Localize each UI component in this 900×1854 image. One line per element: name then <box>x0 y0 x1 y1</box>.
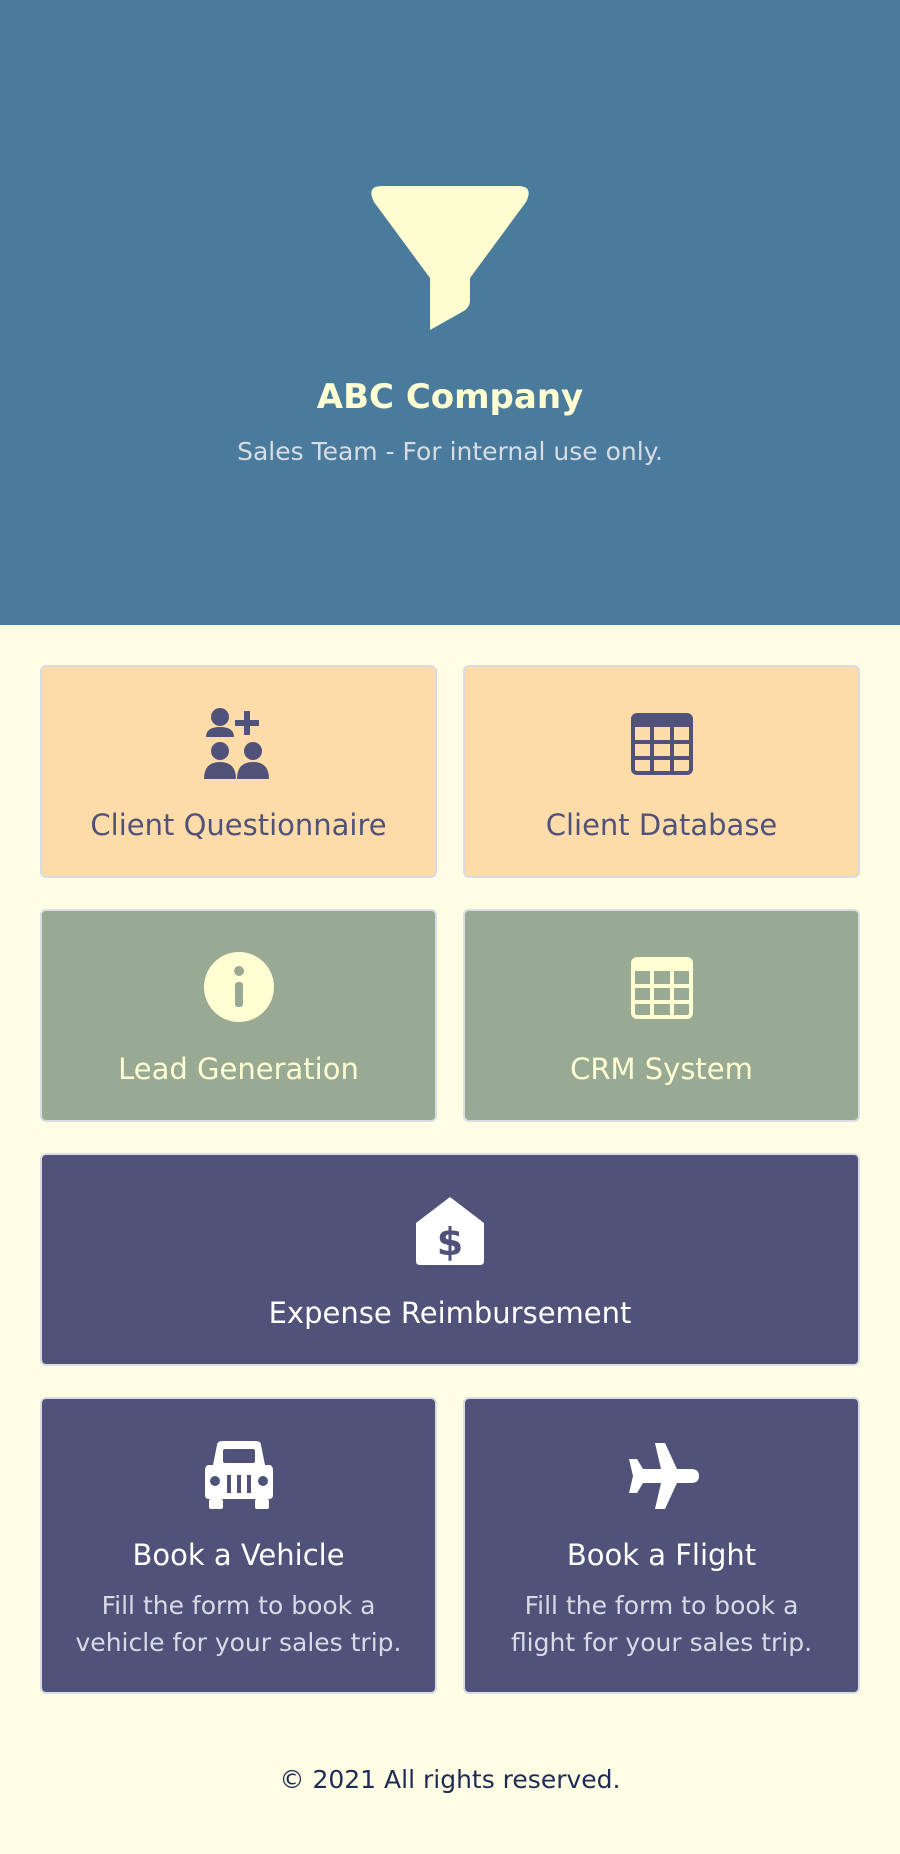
card-description-line: Fill the form to book a <box>101 1591 376 1620</box>
expense-reimbursement-card[interactable]: $ Expense Reimbursement <box>40 1153 860 1366</box>
card-title: Lead Generation <box>118 1052 359 1086</box>
header-banner: ABC Company Sales Team - For internal us… <box>0 0 900 625</box>
svg-text:$: $ <box>437 1220 463 1264</box>
add-users-icon <box>42 707 435 781</box>
card-title: Book a Vehicle <box>132 1538 345 1572</box>
company-tagline: Sales Team - For internal use only. <box>237 437 663 466</box>
lead-generation-card[interactable]: Lead Generation <box>40 909 437 1122</box>
card-description-line: flight for your sales trip. <box>510 1628 813 1657</box>
card-description: Fill the form to book a flight for your … <box>465 1587 858 1661</box>
card-description-line: vehicle for your sales trip. <box>75 1628 402 1657</box>
funnel-icon <box>368 186 532 336</box>
table-grid-icon <box>465 707 858 781</box>
book-flight-card[interactable]: Book a Flight Fill the form to book a fl… <box>463 1397 860 1694</box>
card-title: Client Questionnaire <box>90 808 387 842</box>
company-name: ABC Company <box>316 377 584 417</box>
card-description: Fill the form to book a vehicle for your… <box>42 1587 435 1661</box>
card-title: Client Database <box>545 808 778 842</box>
crm-system-card[interactable]: CRM System <box>463 909 860 1122</box>
book-vehicle-card[interactable]: Book a Vehicle Fill the form to book a v… <box>40 1397 437 1694</box>
info-icon <box>42 951 435 1025</box>
card-title: CRM System <box>570 1052 753 1086</box>
card-description-line: Fill the form to book a <box>524 1591 799 1620</box>
card-title: Book a Flight <box>566 1538 757 1572</box>
car-icon <box>42 1439 435 1513</box>
table-grid-icon <box>465 951 858 1025</box>
client-database-card[interactable]: Client Database <box>463 665 860 878</box>
airplane-icon <box>465 1439 858 1513</box>
client-questionnaire-card[interactable]: Client Questionnaire <box>40 665 437 878</box>
card-title: Expense Reimbursement <box>268 1296 632 1330</box>
footer-copyright: © 2021 All rights reserved. <box>279 1765 621 1794</box>
dollar-house-icon: $ <box>42 1195 858 1269</box>
